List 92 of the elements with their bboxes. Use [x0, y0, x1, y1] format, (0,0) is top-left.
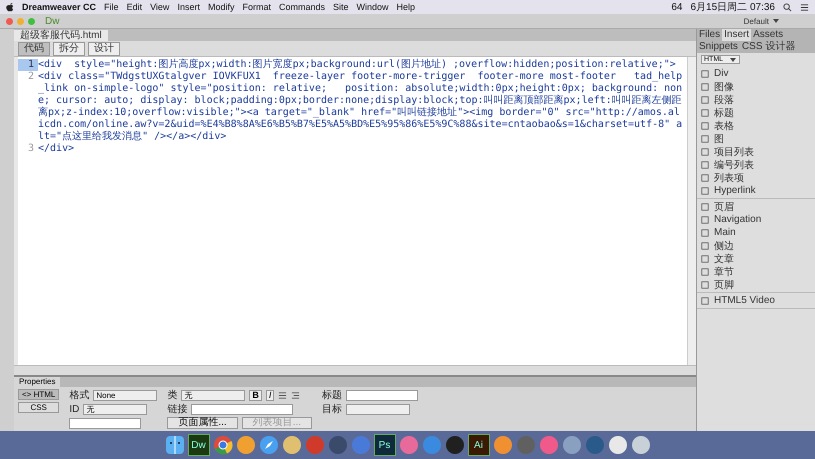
app-icon[interactable] [444, 435, 464, 455]
close-button[interactable] [6, 18, 13, 24]
clock-text[interactable]: 6月15日周二 07:36 [690, 0, 775, 14]
panel-tab[interactable]: CSS 设计器 [740, 41, 798, 53]
page-properties-button[interactable]: 页面属性... [167, 417, 238, 429]
list-icon[interactable] [291, 390, 300, 400]
format-dropdown[interactable]: None [93, 390, 158, 400]
id-dropdown[interactable]: 无 [83, 404, 148, 414]
view-button[interactable]: 代码 [18, 42, 50, 56]
caret-icon[interactable] [773, 19, 779, 23]
insert-item[interactable]: 图 [697, 132, 815, 145]
field-label: 类 [167, 388, 178, 402]
app-icon[interactable]: Ai [468, 434, 490, 456]
menu-item[interactable]: Modify [208, 2, 234, 12]
code-line: <div class="TWdgstUXGtalgver IOVKFUX1 freeze-layer footer-more-trigger footer-more most-footer tad_help_link on-simple-logo" style="position: relative; position: absolute;width:0px;height:0px; background: none; cursor: auto; display: block;padding:0px;border:none;display:block;top:叫叫距离顶部距离px;left:叫叫距离左侧距离px;z-index:10;overflow:visible;"><a target="_blank" href="叫叫链接地址"><img border="0" src="http://amos.alicdn.com/online.aw?v=2&uid=%E4%B8%8A%E6%B5%B7%E5%A5%BD%E5%95%86%E5%9C%88&site=cntaobao&s=1&charset=utf-8" alt="点这里给我发消息" /></a></div> [38, 71, 684, 143]
app-icon[interactable] [398, 435, 418, 455]
field-label: 标题 [322, 388, 342, 402]
app-icon[interactable] [236, 435, 256, 455]
menu-item[interactable]: Format [242, 2, 271, 12]
workspace-dropdown[interactable]: Default [744, 16, 769, 26]
code-line: </div> [38, 143, 76, 155]
insert-item[interactable]: 章节 [697, 265, 815, 278]
panel-tab[interactable]: Insert [722, 29, 752, 41]
input-field[interactable] [69, 418, 142, 428]
caret-icon[interactable] [730, 58, 736, 62]
app-menu[interactable]: Dreamweaver CC [22, 2, 96, 12]
menu-item[interactable]: File [104, 2, 119, 12]
bold-button[interactable]: B [249, 390, 262, 400]
insert-item[interactable]: 列表项 [697, 171, 815, 184]
insert-item[interactable]: Navigation [697, 213, 815, 226]
insert-item[interactable]: Div [697, 67, 815, 80]
app-icon[interactable]: Dw [188, 434, 210, 456]
scrollbar[interactable] [687, 57, 696, 365]
app-icon[interactable]: Ps [374, 434, 396, 456]
menu-item[interactable]: Window [356, 2, 389, 12]
insert-item[interactable]: 项目列表 [697, 145, 815, 158]
insert-item[interactable]: Hyperlink [697, 184, 815, 197]
view-button[interactable]: 设计 [88, 42, 120, 56]
menu-item[interactable]: Insert [177, 2, 200, 12]
document-tab[interactable]: 超级客服代码.html [14, 30, 108, 41]
menu-item[interactable]: Edit [126, 2, 142, 12]
panel-tab[interactable]: Files [697, 29, 722, 41]
menu-item[interactable]: View [150, 2, 170, 12]
menu-item[interactable]: Commands [278, 2, 325, 12]
apple-icon[interactable] [6, 2, 14, 12]
menu-item[interactable]: Help [396, 2, 416, 12]
app-icon[interactable] [608, 435, 628, 455]
face-icon[interactable] [164, 435, 184, 455]
list-icon[interactable] [278, 390, 288, 400]
panel-tab[interactable]: Properties [14, 377, 60, 387]
zoom-button[interactable] [28, 18, 35, 24]
line-number: 3 [26, 143, 35, 155]
insert-item[interactable]: 编号列表 [697, 158, 815, 171]
line-number: 2 [26, 71, 35, 84]
insert-item[interactable]: 段落 [697, 93, 815, 106]
field-label: 格式 [69, 388, 90, 402]
field-label: 目标 [322, 402, 342, 416]
title-field[interactable] [346, 390, 418, 400]
italic-button[interactable]: I [266, 390, 274, 400]
insert-item[interactable]: 表格 [697, 119, 815, 132]
view-button[interactable]: 拆分 [53, 42, 85, 56]
line-number: 1 [18, 59, 38, 71]
field-label: 链接 [167, 402, 188, 416]
code-line: <div style="height:图片高度px;width:图片宽度px;background:url(图片地址) ;overflow:hidden;position:relative;"> [38, 59, 677, 71]
panel-tab[interactable]: Assets [751, 29, 786, 41]
insert-item[interactable]: HTML5 Video [697, 294, 815, 307]
target-dropdown[interactable] [346, 404, 410, 414]
insert-item[interactable]: 标题 [697, 106, 815, 119]
status-text[interactable]: 64 [671, 2, 682, 12]
insert-item[interactable]: 文章 [697, 252, 815, 265]
class-dropdown[interactable]: 无 [181, 390, 246, 400]
browser-icon[interactable] [212, 435, 232, 455]
mode-button[interactable]: <> HTML [18, 389, 60, 400]
insert-item[interactable]: 侧边 [697, 239, 815, 252]
menu-icon[interactable] [800, 2, 809, 12]
app-logo: Dw [45, 16, 60, 26]
link-field[interactable] [191, 404, 294, 414]
insert-item[interactable]: Main [697, 226, 815, 239]
app-icon[interactable] [562, 435, 582, 455]
compass-icon[interactable] [258, 435, 278, 455]
app-icon[interactable] [492, 435, 512, 455]
menu-item[interactable]: Site [333, 2, 349, 12]
mode-button[interactable]: CSS [18, 402, 60, 413]
panel-tab[interactable]: Snippets [697, 41, 740, 53]
app-icon[interactable] [630, 435, 650, 455]
insert-item[interactable]: 图像 [697, 80, 815, 93]
field-label: ID [69, 404, 80, 414]
search-icon[interactable] [783, 2, 792, 12]
app-icon[interactable] [282, 435, 302, 455]
insert-item[interactable]: 页脚 [697, 278, 815, 291]
code-editor[interactable] [14, 57, 696, 365]
insert-item[interactable]: 页眉 [697, 200, 815, 213]
